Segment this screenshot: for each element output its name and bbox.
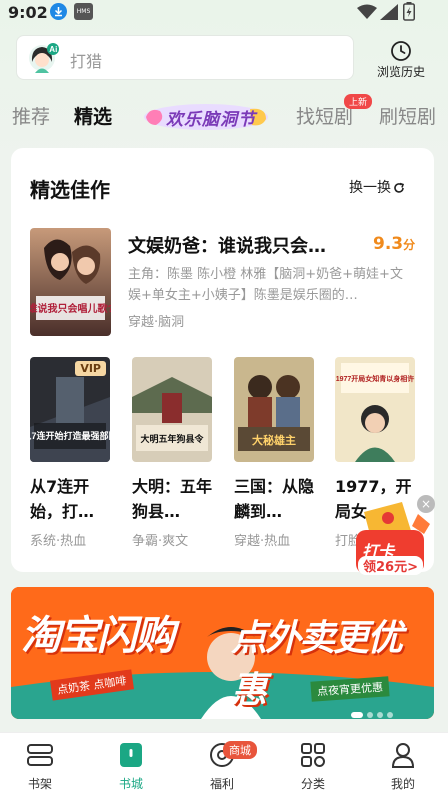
book-cover-text: 从7连开始打造最强部队 [30, 430, 110, 441]
status-time: 9:02 [8, 3, 48, 22]
wifi-icon [357, 4, 377, 19]
nav-bookshelf[interactable]: 书架 [10, 739, 70, 792]
tab-brush-short-drama[interactable]: 刷短剧 [379, 102, 436, 129]
feature-book-title[interactable]: 文娱奶爸：谁说我只会… [128, 232, 358, 258]
book-tags: 系统·热血 [30, 534, 87, 549]
nav-bookshelf-label: 书架 [27, 777, 52, 791]
book-cover[interactable]: 从7连开始打造最强部队 VIP [30, 357, 110, 462]
book-cover[interactable]: 大明五年狗县令 [132, 357, 212, 462]
book-item[interactable]: 从7连开始打造最强部队 VIP 从7连开始，打… 系统·热血 [30, 357, 110, 549]
festival-label: 欢乐脑洞节 [166, 110, 256, 130]
book-title: 大明：五年狗县… [132, 477, 212, 521]
nav-profile-label: 我的 [390, 777, 415, 791]
hms-icon: HMS [74, 3, 93, 20]
refresh-icon [394, 182, 405, 193]
banner-pagination [351, 703, 397, 718]
banner-dot [377, 712, 383, 718]
status-bar: 9:02 HMS [0, 0, 448, 26]
refresh-button[interactable]: 换一换 [349, 177, 405, 197]
vip-badge: VIP [75, 361, 106, 376]
book-cover-text: 1977开局女知青以身相许 [336, 374, 415, 383]
search-bar[interactable]: Ai 打猎 [16, 35, 354, 80]
refresh-label: 换一换 [349, 180, 391, 196]
banner-dot [367, 712, 373, 718]
book-cover[interactable]: 1977开局女知青以身相许 [335, 357, 415, 462]
browse-history-button[interactable]: 浏览历史 [368, 38, 434, 82]
download-icon [50, 3, 67, 20]
promo-banner[interactable]: 淘宝闪购 点外卖更优惠 点奶茶 点咖啡 点夜宵更优惠 [11, 587, 434, 719]
book-cover-text: 大明五年狗县令 [140, 433, 204, 444]
tab-recommend[interactable]: 推荐 [12, 102, 50, 129]
feature-book-score: 9.3分 [373, 234, 415, 254]
close-icon[interactable]: × [417, 495, 435, 513]
tab-find-short-drama-label: 找短剧 [296, 106, 354, 128]
book-item[interactable]: 大明五年狗县令 大明：五年狗县… 争霸·爽文 [132, 357, 212, 549]
nav-bookstore[interactable]: 书城 [101, 739, 161, 792]
feature-book-cover[interactable]: 谁说我只会唱儿歌? [30, 228, 111, 336]
category-icon [301, 743, 325, 767]
feature-book-tags: 穿越·脑洞 [128, 315, 185, 330]
bottom-navigation: 书架 书城 福利 商城 分类 我的 [0, 732, 448, 799]
book-tags: 穿越·热血 [234, 534, 291, 549]
book-tags: 争霸·爽文 [132, 534, 189, 549]
profile-icon [391, 743, 415, 768]
nav-bookstore-label: 书城 [118, 777, 143, 791]
browse-history-label: 浏览历史 [376, 65, 425, 79]
bookshelf-icon [27, 744, 53, 766]
battery-icon [403, 2, 415, 21]
book-cover-text: 大秘雄主 [252, 433, 296, 447]
bookstore-icon [120, 743, 142, 767]
banner-dot [387, 712, 393, 718]
book-item[interactable]: 大秘雄主 三国：从隐麟到… 穿越·热血 [234, 357, 314, 549]
checkin-reward: 领26元> [358, 556, 423, 575]
clock-icon [391, 41, 411, 61]
book-cover[interactable]: 大秘雄主 [234, 357, 314, 462]
feature-cover-text: 谁说我只会唱儿歌? [30, 302, 111, 315]
ai-avatar-icon[interactable]: Ai [27, 42, 59, 74]
tab-selected[interactable]: 精选 [74, 102, 112, 129]
feature-book-description: 主角：陈墨 陈小橙 林雅【脑洞+奶爸+萌娃+文娱+单女主+小姨子】陈墨是娱乐圈的… [128, 267, 403, 303]
tab-festival[interactable]: 欢乐脑洞节 [140, 99, 272, 133]
nav-category[interactable]: 分类 [283, 739, 343, 792]
mall-badge: 商城 [223, 741, 257, 759]
banner-dot-active [351, 712, 363, 718]
nav-welfare[interactable]: 福利 商城 [192, 739, 257, 792]
nav-category-label: 分类 [300, 777, 325, 791]
new-badge: 上新 [344, 94, 373, 109]
book-title: 三国：从隐麟到… [234, 477, 314, 521]
category-tabs: 推荐 精选 欢乐脑洞节 找短剧 上新 刷短剧 [0, 94, 448, 134]
ai-badge-label: Ai [49, 45, 57, 54]
book-title: 从7连开始，打… [30, 477, 95, 521]
score-value: 9.3 [373, 234, 404, 254]
checkin-widget[interactable]: × 打卡 领26元> [352, 494, 436, 580]
banner-brand: 淘宝闪购 [21, 613, 175, 659]
section-title: 精选佳作 [30, 178, 110, 202]
score-unit: 分 [403, 238, 416, 252]
signal-icon [380, 4, 398, 20]
tab-find-short-drama[interactable]: 找短剧 上新 [296, 94, 373, 129]
search-placeholder: 打猎 [70, 52, 103, 71]
nav-welfare-label: 福利 [209, 777, 234, 791]
nav-profile[interactable]: 我的 [373, 739, 433, 792]
